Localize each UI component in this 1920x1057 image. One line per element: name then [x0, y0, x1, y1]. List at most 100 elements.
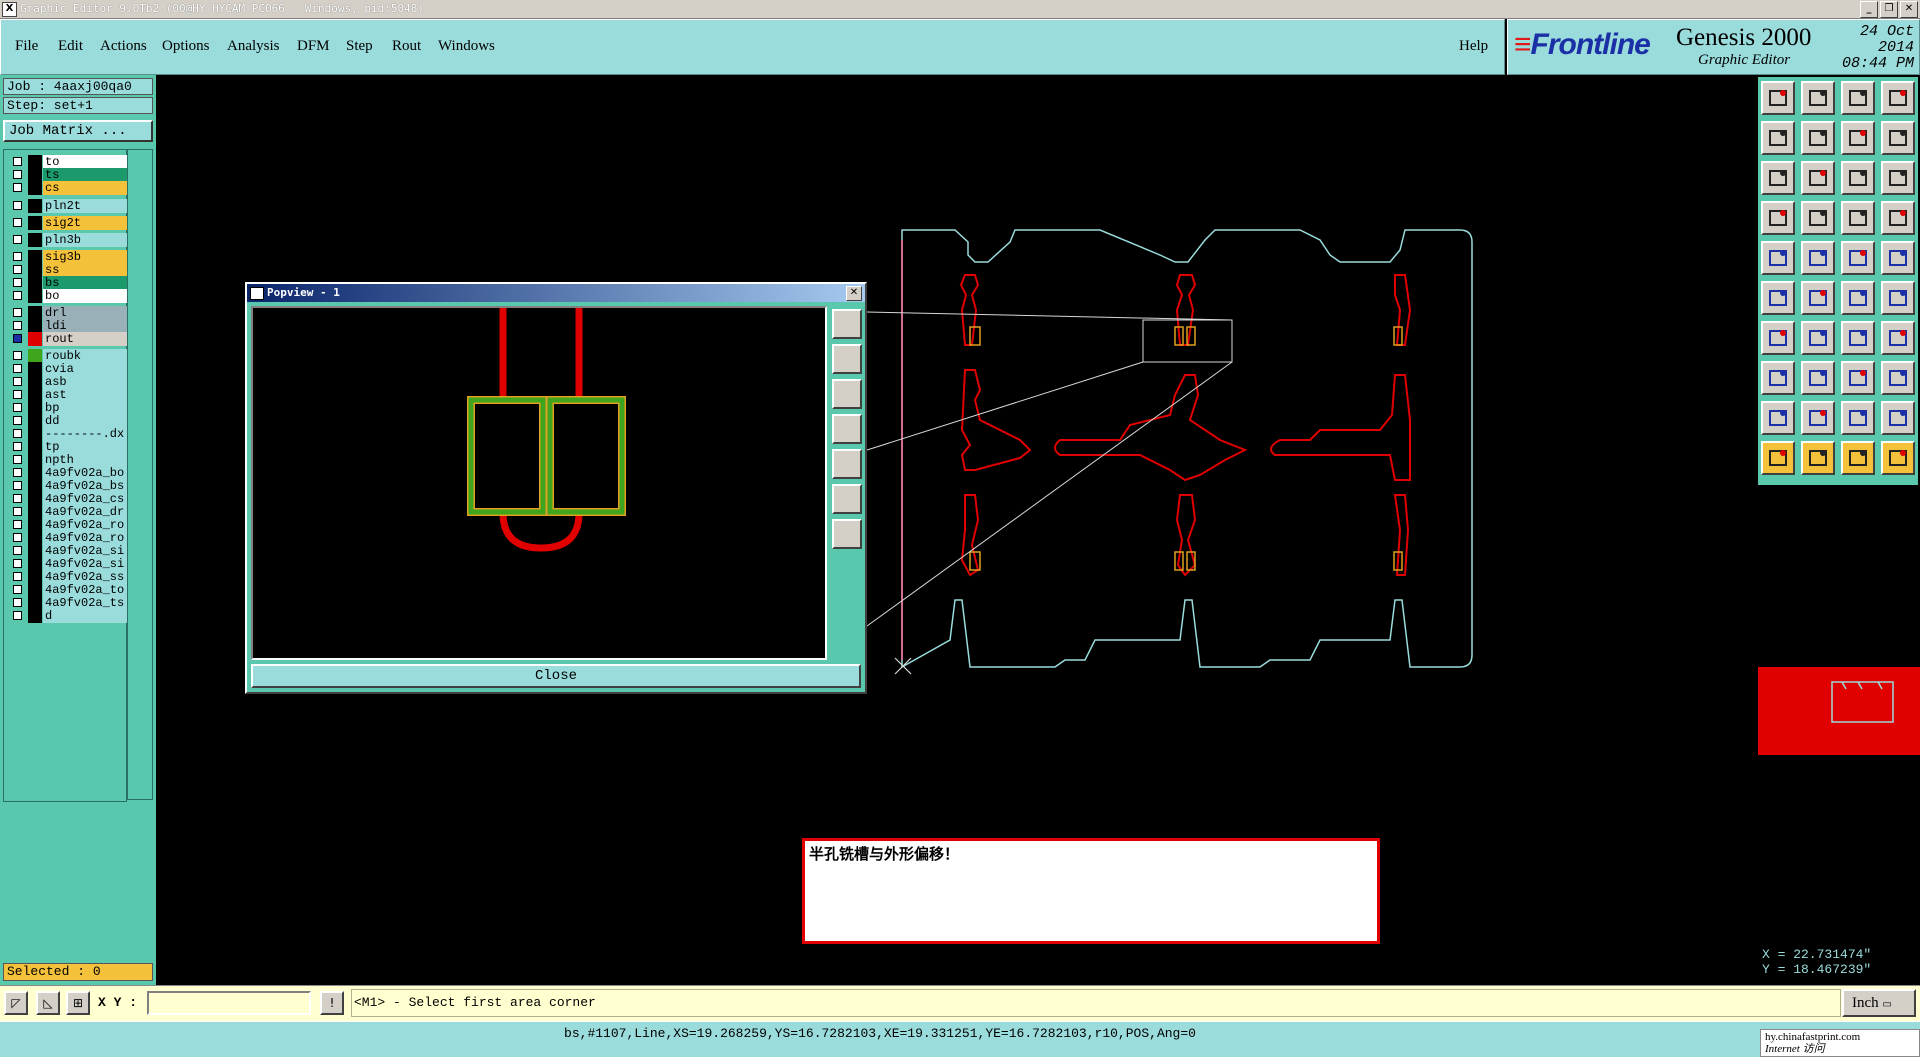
layer-name[interactable]: sig3b — [43, 250, 127, 264]
layer-checkbox[interactable] — [13, 252, 22, 261]
layer-row-cs[interactable]: cs — [6, 181, 127, 195]
layer-name[interactable]: pln2t — [43, 199, 127, 213]
popview-close-icon[interactable]: ✕ — [846, 286, 862, 301]
layer-name[interactable]: cs — [43, 181, 127, 195]
layer-checkbox[interactable] — [13, 494, 22, 503]
layer-color-swatch[interactable] — [28, 168, 42, 182]
layer-name[interactable]: 4a9fv02a_dr — [43, 505, 127, 519]
measure-icon[interactable]: ◺ — [36, 991, 60, 1015]
popview-pan-left-icon[interactable] — [832, 414, 862, 444]
home-icon[interactable] — [1841, 81, 1875, 115]
menu-analysis[interactable]: Analysis — [227, 38, 280, 55]
layer-name[interactable]: asb — [43, 375, 127, 389]
popview-pan-down-icon[interactable] — [832, 379, 862, 409]
layer-checkbox[interactable] — [13, 468, 22, 477]
segment-icon[interactable] — [1801, 361, 1835, 395]
layer-name[interactable]: --------.dx — [43, 427, 127, 441]
layer-row-4a9fv02a_bs[interactable]: 4a9fv02a_bs — [6, 479, 127, 493]
rotate-icon[interactable] — [1841, 321, 1875, 355]
line-pad-icon[interactable] — [1841, 281, 1875, 315]
restore-icon[interactable]: ❐ — [1880, 1, 1898, 18]
layer-color-swatch[interactable] — [28, 276, 42, 290]
layer-checkbox[interactable] — [13, 390, 22, 399]
group-icon[interactable] — [1881, 361, 1915, 395]
layer-name[interactable]: cvia — [43, 362, 127, 376]
menu-windows[interactable]: Windows — [438, 38, 495, 55]
layer-row-pln3b[interactable]: pln3b — [6, 233, 127, 247]
layer-color-swatch[interactable] — [28, 583, 42, 597]
menu-edit[interactable]: Edit — [58, 38, 83, 55]
layer-row-4a9fv02a_bo[interactable]: 4a9fv02a_bo — [6, 466, 127, 480]
layer-row-4a9fv02a_to[interactable]: 4a9fv02a_to — [6, 583, 127, 597]
cross-icon[interactable] — [1801, 281, 1835, 315]
layer-name[interactable]: roubk — [43, 349, 127, 363]
layer-name[interactable]: to — [43, 155, 127, 169]
layer-row-4a9fv02a_cs[interactable]: 4a9fv02a_cs — [6, 492, 127, 506]
layer-name[interactable]: 4a9fv02a_bs — [43, 479, 127, 493]
layer-checkbox[interactable] — [13, 235, 22, 244]
layer-color-swatch[interactable] — [28, 544, 42, 558]
layer-color-swatch[interactable] — [28, 216, 42, 230]
layer-checkbox[interactable] — [13, 364, 22, 373]
layer-color-swatch[interactable] — [28, 319, 42, 333]
layer-row-d[interactable]: d — [6, 609, 127, 623]
layer-color-swatch[interactable] — [28, 505, 42, 519]
board-overview[interactable] — [1758, 667, 1920, 755]
popview-title-bar[interactable]: Popview - 1 ✕ — [247, 284, 865, 302]
layer-row-4a9fv02a_ro[interactable]: 4a9fv02a_ro — [6, 518, 127, 532]
layer-checkbox[interactable] — [13, 611, 22, 620]
layer-checkbox[interactable] — [13, 533, 22, 542]
layer-checkbox[interactable] — [13, 598, 22, 607]
alert-icon[interactable]: ! — [320, 991, 344, 1015]
snap-point-icon[interactable] — [1761, 361, 1795, 395]
layer-checkbox[interactable] — [13, 572, 22, 581]
layer-row-drl[interactable]: drl — [6, 306, 127, 320]
layer-checkbox[interactable] — [13, 455, 22, 464]
layer-name[interactable]: bp — [43, 401, 127, 415]
select-net-icon[interactable] — [1881, 441, 1915, 475]
layer-row-ldi[interactable]: ldi — [6, 319, 127, 333]
layer-row-4a9fv02a_si[interactable]: 4a9fv02a_si — [6, 544, 127, 558]
layer-row-to[interactable]: to — [6, 155, 127, 169]
pad-icon[interactable] — [1761, 241, 1795, 275]
layer-row-4a9fv02a_ss[interactable]: 4a9fv02a_ss — [6, 570, 127, 584]
layer-color-swatch[interactable] — [28, 289, 42, 303]
menu-help[interactable]: Help — [1459, 38, 1488, 55]
snap-icon[interactable]: ◸ — [4, 991, 28, 1015]
menu-actions[interactable]: Actions — [100, 38, 147, 55]
layer-row-sig3b[interactable]: sig3b — [6, 250, 127, 264]
layer-row-4a9fv02a_ro[interactable]: 4a9fv02a_ro — [6, 531, 127, 545]
layer-color-swatch[interactable] — [28, 596, 42, 610]
select-icon[interactable] — [1761, 441, 1795, 475]
triangle-icon[interactable] — [1761, 401, 1795, 435]
layer-checkbox[interactable] — [13, 157, 22, 166]
layer-name[interactable]: d — [43, 609, 127, 623]
close-icon[interactable]: ✕ — [1900, 1, 1918, 18]
layer-color-swatch[interactable] — [28, 531, 42, 545]
ruler-icon[interactable] — [1841, 241, 1875, 275]
select-box-icon[interactable] — [1801, 441, 1835, 475]
layer-name[interactable]: rout — [43, 332, 127, 346]
layer-color-swatch[interactable] — [28, 440, 42, 454]
layer-color-swatch[interactable] — [28, 518, 42, 532]
popview-pan-right-icon[interactable] — [832, 449, 862, 479]
layer-name[interactable]: ast — [43, 388, 127, 402]
layer-row-tp[interactable]: tp — [6, 440, 127, 454]
layer-row-4a9fv02a_si[interactable]: 4a9fv02a_si — [6, 557, 127, 571]
layer-color-swatch[interactable] — [28, 233, 42, 247]
layer-color-swatch[interactable] — [28, 609, 42, 623]
popview-close-button[interactable]: Close — [251, 664, 861, 688]
layer-checkbox[interactable] — [13, 291, 22, 300]
layer-row-cvia[interactable]: cvia — [6, 362, 127, 376]
layer-color-swatch[interactable] — [28, 332, 42, 346]
layer-name[interactable]: 4a9fv02a_si — [43, 544, 127, 558]
layer-name[interactable]: drl — [43, 306, 127, 320]
layer-checkbox[interactable] — [13, 520, 22, 529]
layer-row-npth[interactable]: npth — [6, 453, 127, 467]
open-job-icon[interactable] — [1761, 81, 1795, 115]
layer-color-swatch[interactable] — [28, 181, 42, 195]
fit-icon[interactable] — [1761, 161, 1795, 195]
layer-checkbox[interactable] — [13, 265, 22, 274]
layer-color-swatch[interactable] — [28, 306, 42, 320]
layer-color-swatch[interactable] — [28, 466, 42, 480]
